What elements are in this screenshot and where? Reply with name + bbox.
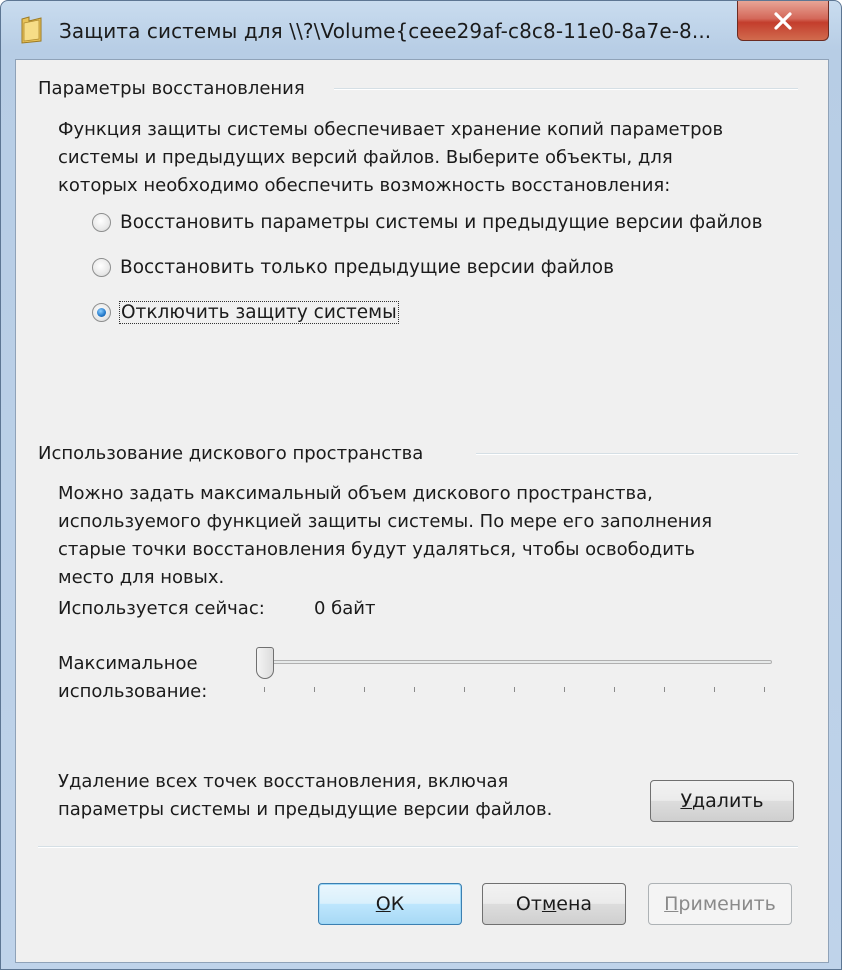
radio-label[interactable]: Восстановить параметры системы и предыду…	[120, 212, 763, 233]
title-bar[interactable]: Защита системы для \\?\Volume{ceee29af-c…	[1, 1, 841, 57]
radio-button[interactable]	[92, 212, 111, 232]
radio-button-selected[interactable]	[92, 302, 111, 322]
slider-tick	[364, 687, 365, 692]
cancel-button[interactable]: От м ена	[482, 883, 626, 925]
slider-tick	[564, 687, 565, 692]
max-usage-slider-track[interactable]	[264, 660, 772, 664]
disk-usage-group-label: Использование дискового пространства	[38, 443, 424, 464]
group-divider	[476, 453, 798, 455]
radio-restore-settings-and-files[interactable]: Восстановить параметры системы и предыду…	[92, 208, 763, 236]
delete-button[interactable]: Удалить	[650, 780, 794, 822]
slider-tick	[664, 687, 665, 692]
current-usage-label: Используется сейчас:	[58, 598, 265, 619]
close-button[interactable]	[737, 1, 829, 41]
restore-settings-description: Функция защиты системы обеспечивает хран…	[58, 119, 724, 196]
disk-usage-description: Можно задать максимальный объем дисковог…	[58, 483, 713, 588]
delete-description: Удаление всех точек восстановления, вклю…	[58, 771, 553, 820]
restore-settings-group-label: Параметры восстановления	[38, 78, 305, 99]
footer-separator	[38, 846, 798, 848]
radio-restore-files-only[interactable]: Восстановить только предыдущие версии фа…	[92, 253, 614, 281]
dialog-window: Защита системы для \\?\Volume{ceee29af-c…	[0, 0, 842, 970]
current-usage-value: 0 байт	[314, 598, 376, 619]
max-usage-slider-thumb[interactable]	[256, 647, 274, 679]
radio-label[interactable]: Восстановить только предыдущие версии фа…	[120, 257, 614, 278]
radio-button[interactable]	[92, 257, 111, 277]
apply-button[interactable]: Применить	[648, 883, 792, 925]
slider-tick	[314, 687, 315, 692]
slider-tick	[414, 687, 415, 692]
radio-disable-protection[interactable]: Отключить защиту системы	[92, 298, 399, 326]
slider-tick	[464, 687, 465, 692]
slider-tick	[514, 687, 515, 692]
close-icon	[774, 11, 792, 30]
dialog-body: Параметры восстановления Функция защиты …	[15, 59, 829, 963]
window-title: Защита системы для \\?\Volume{ceee29af-c…	[59, 19, 712, 43]
slider-tick	[714, 687, 715, 692]
slider-tick	[264, 687, 265, 692]
group-divider	[334, 88, 798, 90]
max-usage-label: Максимальное использование:	[58, 653, 208, 702]
ok-button[interactable]: ОК	[318, 883, 462, 925]
slider-tick	[764, 687, 765, 692]
folder-icon	[21, 16, 42, 44]
radio-label[interactable]: Отключить защиту системы	[119, 300, 399, 324]
slider-tick	[614, 687, 615, 692]
